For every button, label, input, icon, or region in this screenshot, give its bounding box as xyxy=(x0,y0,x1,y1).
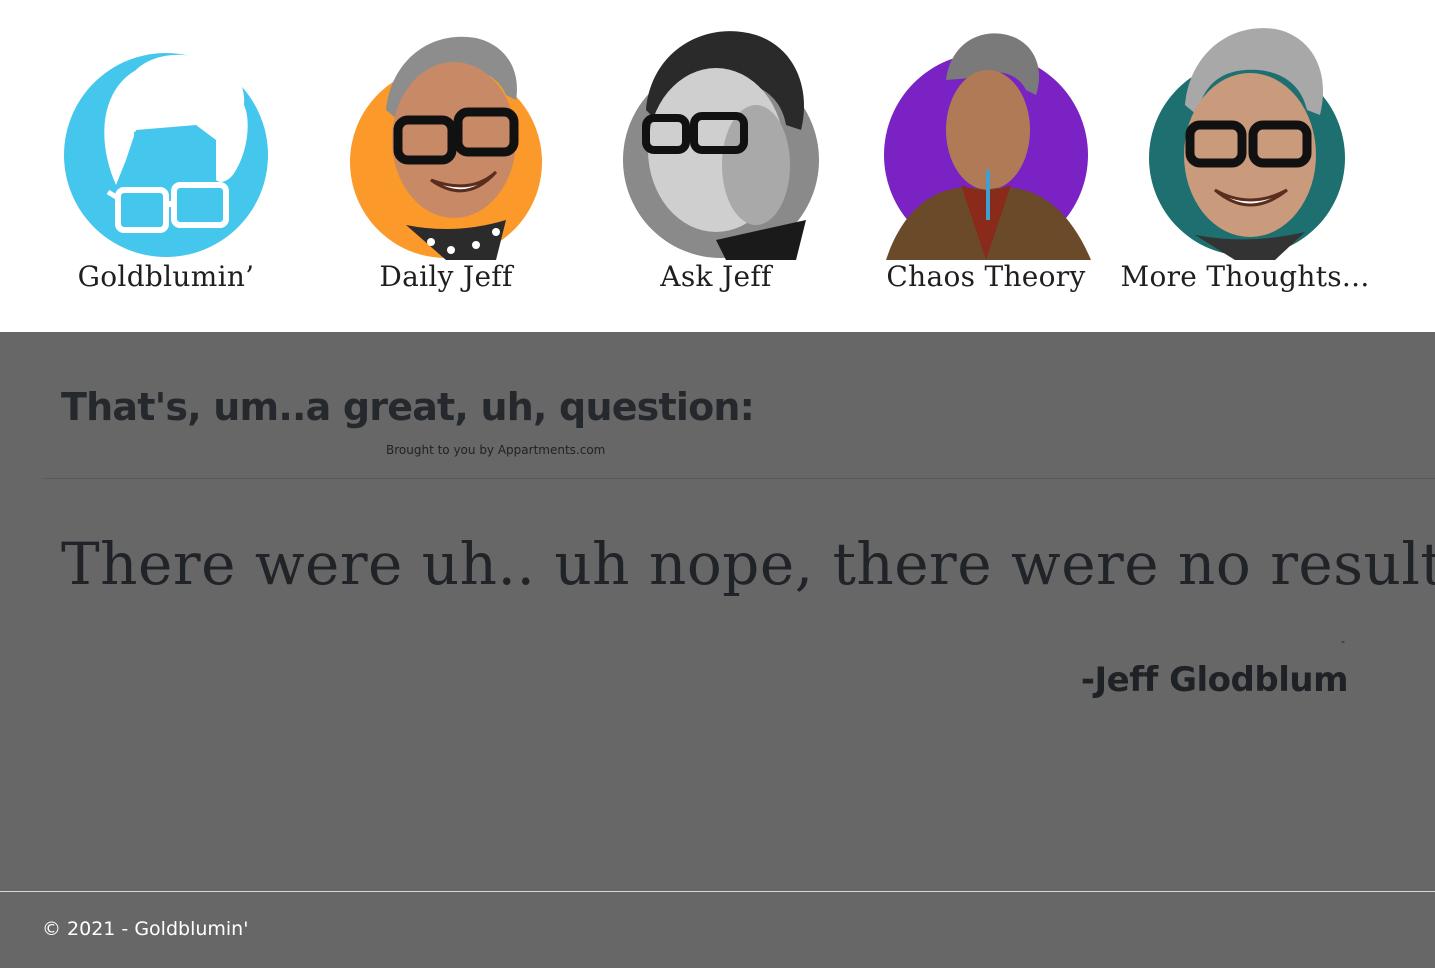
nav-label-daily-jeff: Daily Jeff xyxy=(379,260,513,293)
footer-copyright: © 2021 - Goldblumin' xyxy=(42,918,249,940)
nav-item-ask-jeff[interactable]: Ask Jeff xyxy=(581,20,851,310)
sponsor-byline: Brought to you by Appartments.com xyxy=(386,443,606,457)
ask-jeff-avatar-icon xyxy=(623,31,819,260)
goldblumin-logo-icon xyxy=(64,53,268,257)
nav-label-chaos-theory: Chaos Theory xyxy=(886,260,1086,293)
more-thoughts-avatar-icon xyxy=(1149,28,1345,260)
no-results-quote: There were uh.. uh nope, there were no r… xyxy=(61,530,1435,598)
nav-label-ask-jeff: Ask Jeff xyxy=(660,260,772,293)
quote-attribution: -Jeff Glodblum xyxy=(1080,660,1349,700)
nav-item-daily-jeff[interactable]: Daily Jeff xyxy=(311,20,581,310)
divider xyxy=(43,478,1435,479)
nav-item-more-thoughts[interactable]: More Thoughts... xyxy=(1110,20,1380,310)
nav-label-goldblumin: Goldblumin’ xyxy=(77,260,255,293)
nav-label-more-thoughts: More Thoughts... xyxy=(1120,260,1370,293)
dash-mark: - xyxy=(1341,634,1345,648)
top-navigation: Goldblumin’ Daily Jeff Ask Jeff Chaos Th… xyxy=(0,0,1435,332)
chaos-theory-avatar-icon xyxy=(884,33,1091,260)
footer-divider xyxy=(0,891,1435,892)
page-heading: That's, um..a great, uh, question: xyxy=(61,385,755,429)
daily-jeff-avatar-icon xyxy=(350,36,542,260)
nav-item-chaos-theory[interactable]: Chaos Theory xyxy=(851,20,1121,310)
nav-item-goldblumin[interactable]: Goldblumin’ xyxy=(31,20,301,310)
